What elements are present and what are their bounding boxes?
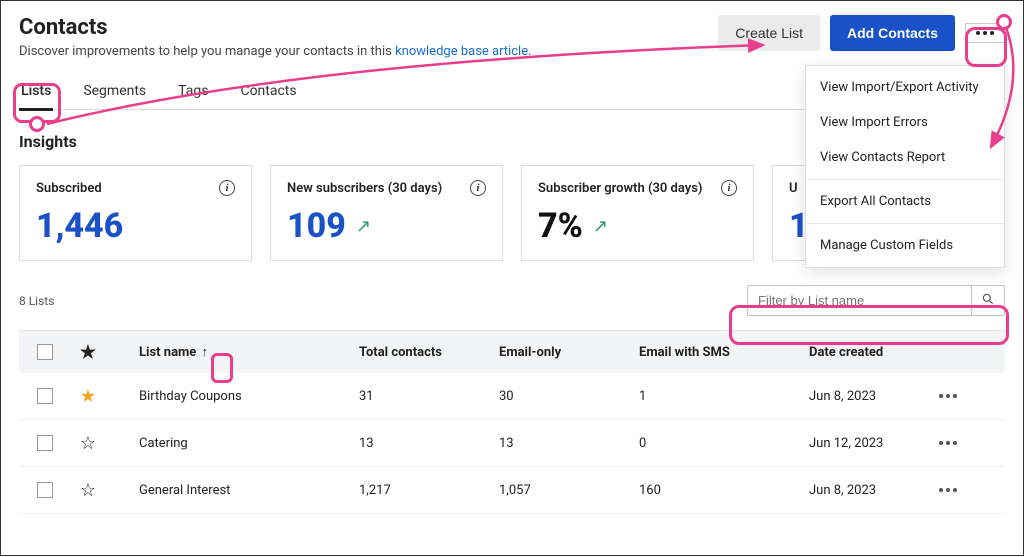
insight-card: New subscribers (30 days) i 109 ↗ — [270, 165, 503, 261]
list-count-label: 8 Lists — [19, 294, 54, 308]
menu-separator — [806, 223, 1004, 224]
insight-card: Subscribed i 1,446 — [19, 165, 252, 261]
cell-name: Birthday Coupons — [139, 389, 359, 404]
cell-sms: 1 — [639, 389, 809, 404]
cell-name: Catering — [139, 436, 359, 451]
menu-item[interactable]: View Import/Export Activity — [806, 70, 1004, 105]
filter-input[interactable] — [747, 285, 971, 316]
cell-email: 1,057 — [499, 483, 639, 498]
col-sms[interactable]: Email with SMS — [639, 345, 809, 360]
trend-up-icon: ↗ — [356, 216, 371, 237]
page-title: Contacts — [19, 15, 532, 40]
cell-email: 30 — [499, 389, 639, 404]
table-row[interactable]: ☆ Catering 13 13 0 Jun 12, 2023 — [19, 420, 1005, 467]
cell-sms: 0 — [639, 436, 809, 451]
card-label: New subscribers (30 days) — [287, 181, 442, 196]
insight-card: Subscriber growth (30 days) i 7% ↗ — [521, 165, 754, 261]
cell-total: 1,217 — [359, 483, 499, 498]
star-toggle[interactable]: ★ — [79, 387, 97, 405]
annotation-handle — [29, 116, 45, 132]
col-name[interactable]: List name — [139, 345, 196, 360]
more-icon — [976, 31, 994, 35]
search-icon — [981, 292, 995, 309]
trend-up-icon: ↗ — [593, 216, 608, 237]
row-checkbox[interactable] — [37, 388, 53, 404]
cell-name: General Interest — [139, 483, 359, 498]
cell-total: 13 — [359, 436, 499, 451]
sort-asc-icon[interactable]: ↑ — [202, 344, 209, 360]
filter-search-button[interactable] — [971, 285, 1005, 316]
cell-email: 13 — [499, 436, 639, 451]
menu-item[interactable]: Export All Contacts — [806, 184, 1004, 219]
tab-lists[interactable]: Lists — [19, 77, 53, 109]
tab-segments[interactable]: Segments — [81, 77, 148, 109]
cell-total: 31 — [359, 389, 499, 404]
annotation-handle — [996, 14, 1012, 30]
table-header: ★ List name ↑ Total contacts Email-only … — [19, 331, 1005, 373]
card-label: Subscriber growth (30 days) — [538, 181, 702, 196]
cell-date: Jun 8, 2023 — [809, 389, 939, 404]
info-icon[interactable]: i — [470, 180, 486, 196]
create-list-button[interactable]: Create List — [718, 15, 820, 51]
table-row[interactable]: ☆ General Interest 1,217 1,057 160 Jun 8… — [19, 467, 1005, 514]
card-value: 7% ↗ — [538, 206, 737, 246]
card-label: Subscribed — [36, 181, 102, 196]
cell-date: Jun 8, 2023 — [809, 483, 939, 498]
star-column-icon: ★ — [79, 343, 97, 361]
menu-item[interactable]: View Import Errors — [806, 105, 1004, 140]
add-contacts-button[interactable]: Add Contacts — [830, 15, 955, 51]
page-subtitle: Discover improvements to help you manage… — [19, 44, 532, 59]
star-toggle[interactable]: ☆ — [79, 434, 97, 452]
page-subtitle-pre: Discover improvements to help you manage… — [19, 44, 395, 59]
table-row[interactable]: ★ Birthday Coupons 31 30 1 Jun 8, 2023 — [19, 373, 1005, 420]
tab-contacts[interactable]: Contacts — [238, 77, 298, 109]
menu-item[interactable]: View Contacts Report — [806, 140, 1004, 175]
more-actions-menu: View Import/Export ActivityView Import E… — [805, 65, 1005, 268]
menu-separator — [806, 179, 1004, 180]
cell-date: Jun 12, 2023 — [809, 436, 939, 451]
info-icon[interactable]: i — [721, 180, 737, 196]
row-checkbox[interactable] — [37, 435, 53, 451]
col-total[interactable]: Total contacts — [359, 345, 499, 360]
card-value: 1,446 — [36, 206, 235, 246]
col-date[interactable]: Date created — [809, 345, 939, 360]
kb-link[interactable]: knowledge base article — [395, 44, 528, 59]
card-label: U — [789, 181, 798, 196]
tab-tags[interactable]: Tags — [176, 77, 210, 109]
page-subtitle-post: . — [528, 44, 531, 59]
menu-item[interactable]: Manage Custom Fields — [806, 228, 1004, 263]
row-more-icon[interactable] — [939, 394, 985, 398]
card-value: 109 ↗ — [287, 206, 486, 246]
cell-sms: 160 — [639, 483, 809, 498]
col-email[interactable]: Email-only — [499, 345, 639, 360]
star-toggle[interactable]: ☆ — [79, 481, 97, 499]
info-icon[interactable]: i — [219, 180, 235, 196]
select-all-checkbox[interactable] — [37, 344, 53, 360]
row-more-icon[interactable] — [939, 488, 985, 492]
row-checkbox[interactable] — [37, 482, 53, 498]
row-more-icon[interactable] — [939, 441, 985, 445]
